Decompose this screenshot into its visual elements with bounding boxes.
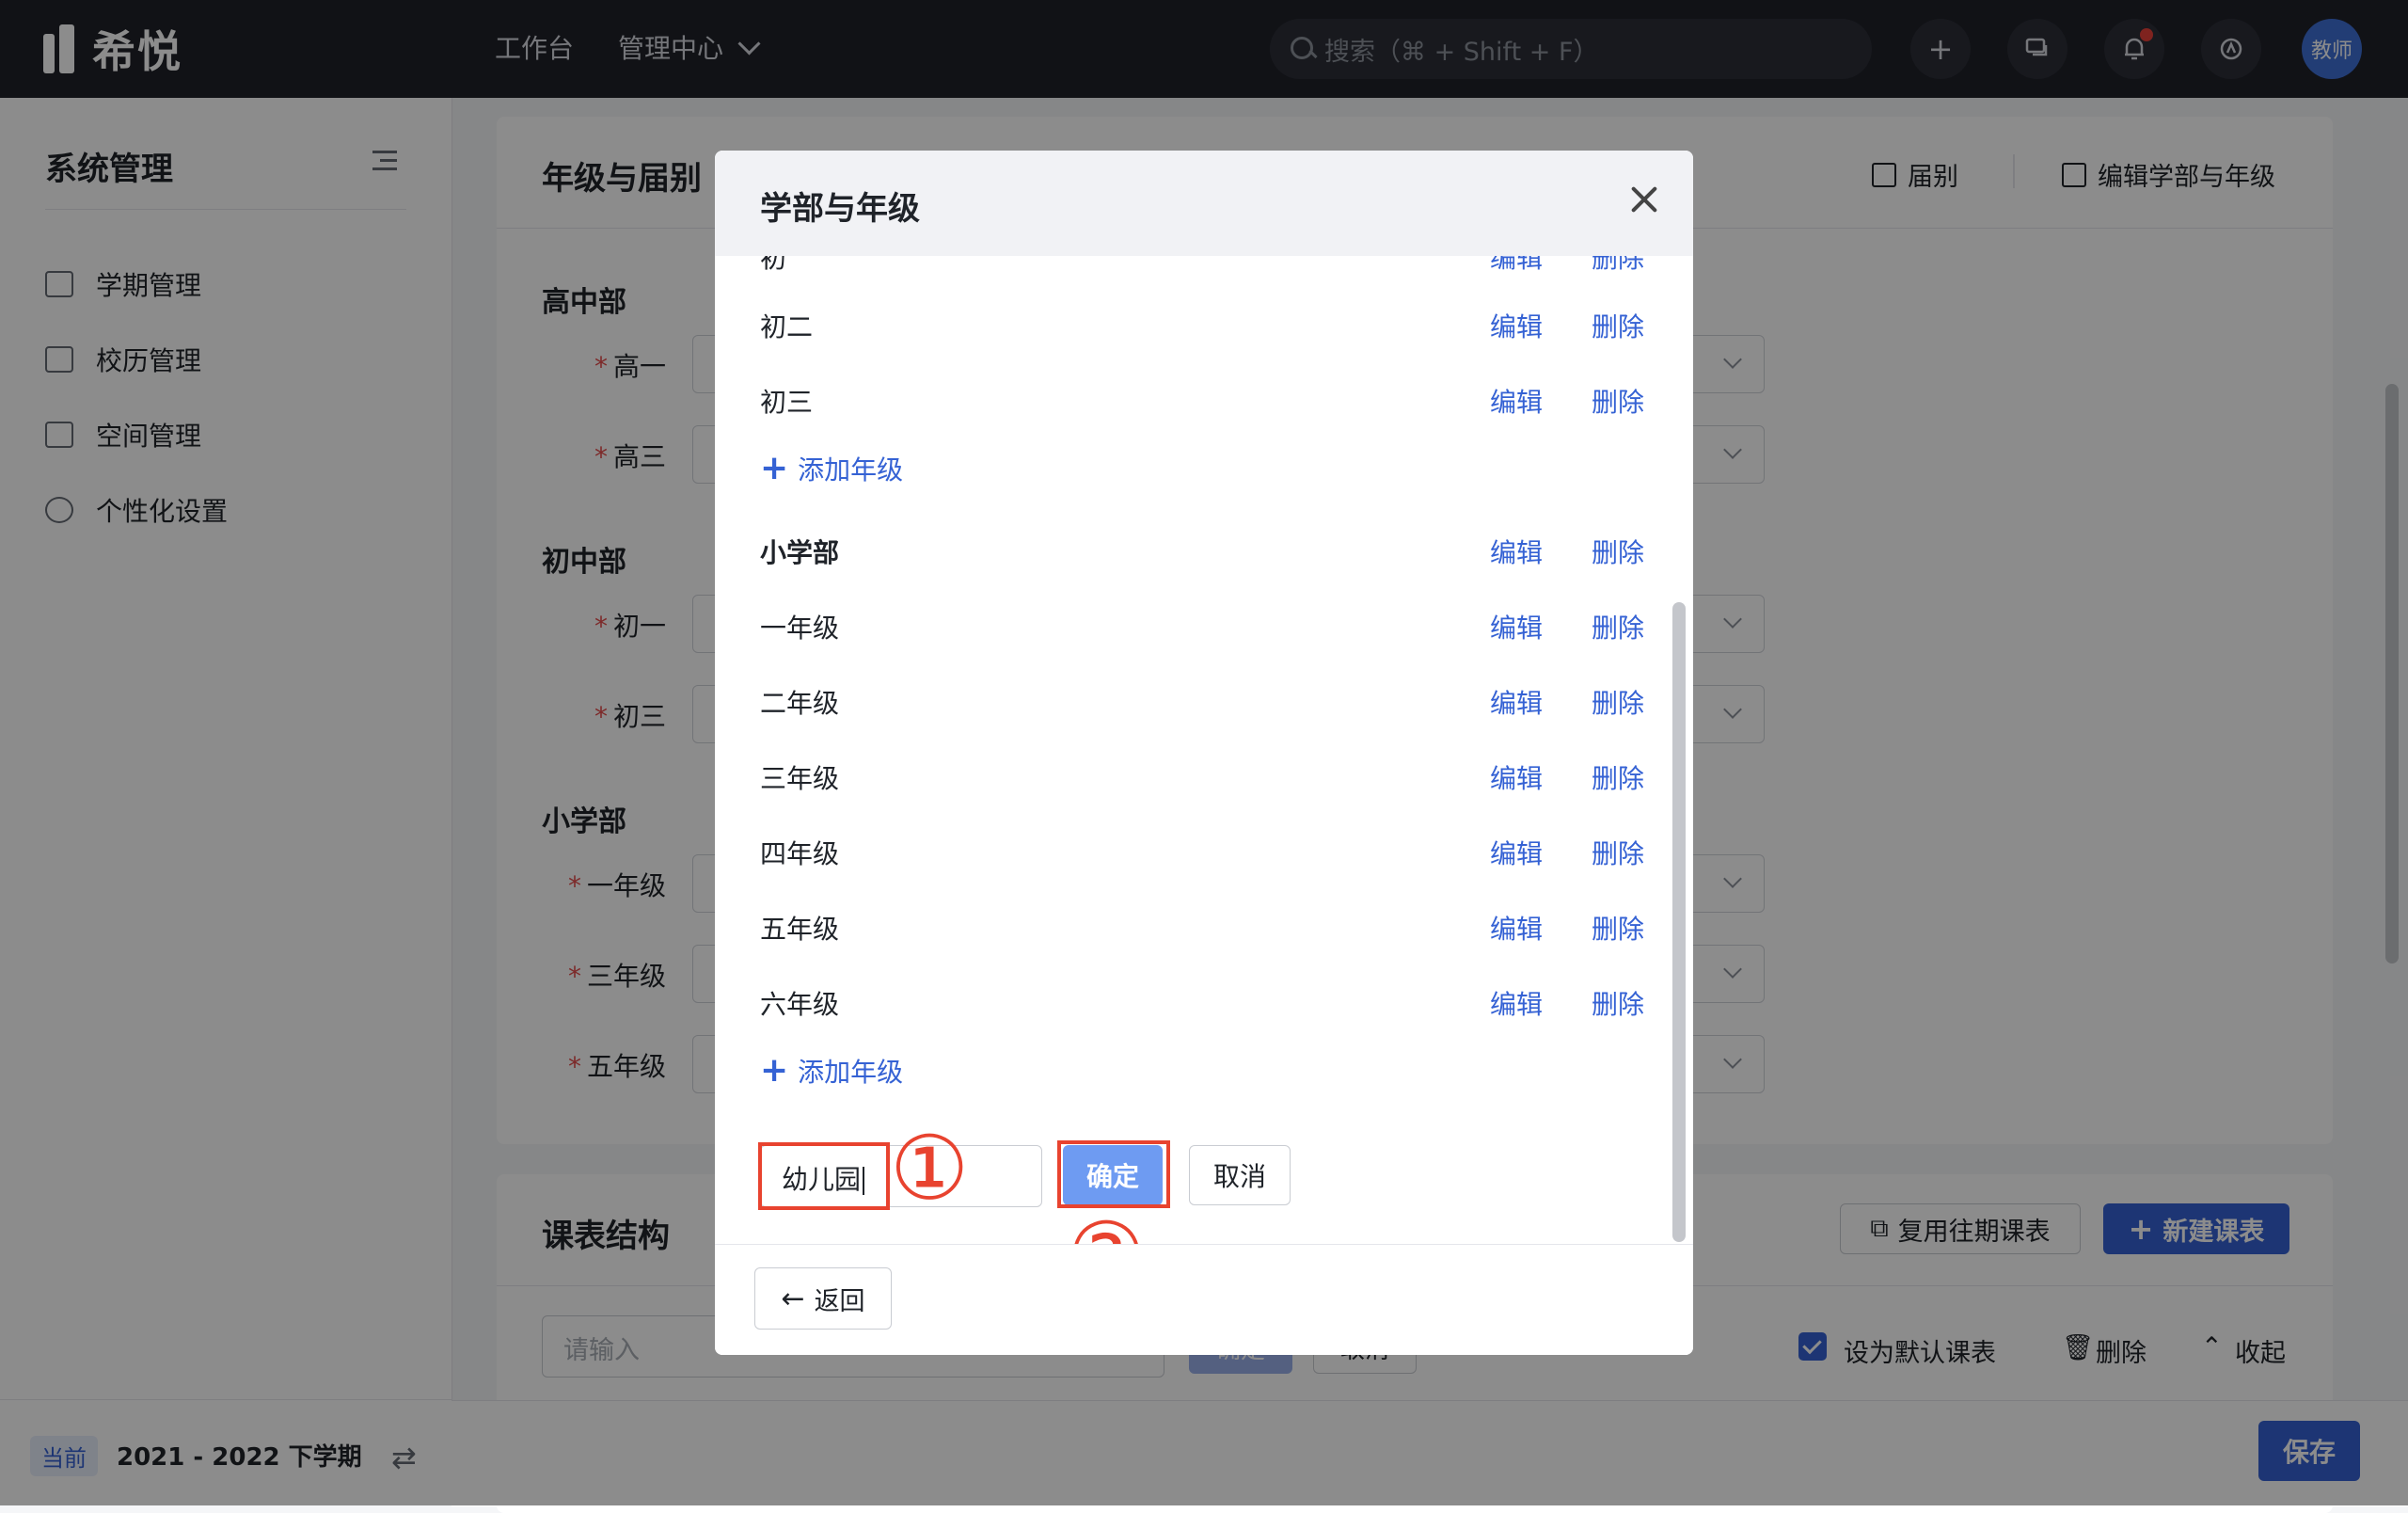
- step-marker-1: ①: [890, 1118, 970, 1220]
- back-button[interactable]: ← 返回: [754, 1267, 892, 1330]
- list-item: 四年级 编辑 删除: [760, 829, 1644, 876]
- delete-link[interactable]: 删除: [1592, 683, 1644, 721]
- grade-name: 初二: [760, 311, 814, 342]
- delete-link[interactable]: 删除: [1592, 758, 1644, 796]
- grade-name: 一年级: [760, 613, 840, 644]
- edit-link[interactable]: 编辑: [1490, 683, 1543, 721]
- grade-name: 三年级: [760, 763, 840, 794]
- edit-link[interactable]: 编辑: [1490, 256, 1543, 276]
- cancel-button[interactable]: 取消: [1189, 1145, 1291, 1205]
- list-item: 初三 编辑 删除: [760, 377, 1644, 424]
- edit-link[interactable]: 编辑: [1490, 909, 1543, 947]
- delete-link[interactable]: 删除: [1592, 256, 1644, 276]
- list-item: 初 编辑 删除: [760, 256, 1644, 280]
- plus-icon: +: [760, 449, 789, 487]
- list-item: 六年级 编辑 删除: [760, 979, 1644, 1027]
- highlight-box-input: [758, 1142, 890, 1210]
- list-item: 一年级 编辑 删除: [760, 603, 1644, 650]
- delete-link[interactable]: 删除: [1592, 909, 1644, 947]
- list-item: 初二 编辑 删除: [760, 302, 1644, 349]
- edit-link[interactable]: 编辑: [1490, 533, 1543, 570]
- delete-link[interactable]: 删除: [1592, 307, 1644, 344]
- grade-name: 初三: [760, 387, 814, 418]
- grade-name: 六年级: [760, 989, 840, 1020]
- close-icon[interactable]: [1624, 179, 1665, 220]
- grade-name: 五年级: [760, 914, 840, 945]
- list-item: 五年级 编辑 删除: [760, 904, 1644, 951]
- dialog-title: 学部与年级: [760, 190, 920, 228]
- list-item: 三年级 编辑 删除: [760, 754, 1644, 801]
- sections-grades-dialog: 学部与年级 初 编辑 删除 初二 编辑 删除 初三 编辑 删除 + 添加年级 小…: [715, 151, 1693, 1355]
- arrow-left-icon: ←: [781, 1282, 805, 1315]
- edit-link[interactable]: 编辑: [1490, 758, 1543, 796]
- add-grade-label: 添加年级: [798, 454, 904, 486]
- edit-link[interactable]: 编辑: [1490, 834, 1543, 871]
- grade-name: 二年级: [760, 688, 840, 719]
- highlight-box-confirm: [1057, 1140, 1170, 1208]
- dialog-header: 学部与年级: [715, 151, 1693, 256]
- edit-link[interactable]: 编辑: [1490, 984, 1543, 1022]
- edit-link[interactable]: 编辑: [1490, 382, 1543, 420]
- plus-icon: +: [760, 1051, 789, 1090]
- delete-link[interactable]: 删除: [1592, 533, 1644, 570]
- delete-link[interactable]: 删除: [1592, 382, 1644, 420]
- add-grade-button[interactable]: + 添加年级: [760, 1047, 903, 1094]
- delete-link[interactable]: 删除: [1592, 834, 1644, 871]
- dialog-body: 初 编辑 删除 初二 编辑 删除 初三 编辑 删除 + 添加年级 小学部 编辑 …: [715, 256, 1693, 1244]
- edit-link[interactable]: 编辑: [1490, 307, 1543, 344]
- back-label: 返回: [814, 1286, 865, 1316]
- section-row: 小学部 编辑 删除: [760, 528, 1644, 575]
- list-item: 二年级 编辑 删除: [760, 678, 1644, 725]
- delete-link[interactable]: 删除: [1592, 984, 1644, 1022]
- dialog-footer: ← 返回: [715, 1244, 1693, 1355]
- grade-name: 初: [760, 256, 787, 274]
- edit-link[interactable]: 编辑: [1490, 608, 1543, 645]
- grade-name: 四年级: [760, 838, 840, 869]
- add-grade-button[interactable]: + 添加年级: [760, 445, 903, 492]
- dialog-scrollbar[interactable]: [1672, 602, 1686, 1242]
- delete-link[interactable]: 删除: [1592, 608, 1644, 645]
- add-grade-label: 添加年级: [798, 1057, 904, 1088]
- section-name: 小学部: [760, 537, 840, 568]
